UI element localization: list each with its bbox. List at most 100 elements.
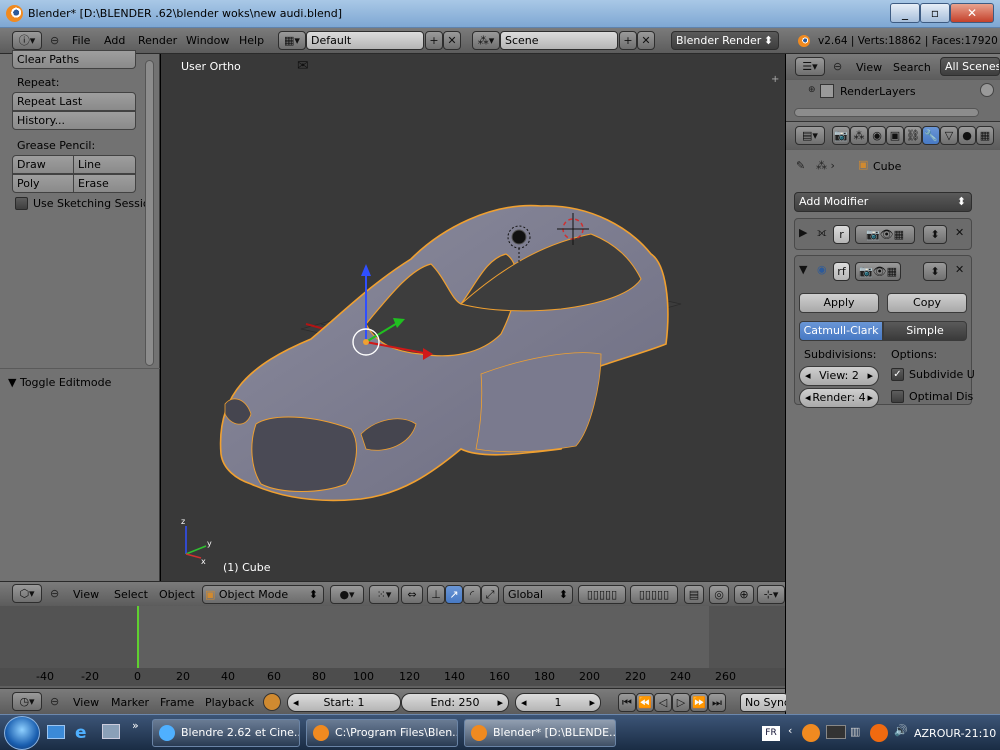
minimize-button[interactable]: _	[890, 3, 920, 23]
screen-layout-icon[interactable]: ▦▾	[278, 31, 306, 50]
menu-render[interactable]: Render	[138, 34, 177, 47]
repeat-last-button[interactable]: Repeat Last	[12, 92, 136, 111]
lock-layers-icon[interactable]: ▤	[684, 585, 704, 604]
menu-add[interactable]: Add	[104, 34, 125, 47]
restrict-render-icon[interactable]	[980, 83, 994, 97]
modifier-move-buttons[interactable]: ⬍	[923, 225, 947, 244]
menu-window[interactable]: Window	[186, 34, 229, 47]
next-keyframe-button[interactable]: ⏩	[690, 693, 708, 712]
timeline-editor[interactable]: -40 -20 0 20 40 60 80 100 120 140 160 18…	[0, 606, 785, 688]
remove-modifier-icon[interactable]: ✕	[955, 263, 964, 276]
play-reverse-button[interactable]: ◁	[654, 693, 672, 712]
history-button[interactable]: History...	[12, 111, 136, 130]
scene-dropdown[interactable]: Scene	[500, 31, 618, 50]
render-engine-dropdown[interactable]: Blender Render ⬍	[671, 31, 779, 50]
close-button[interactable]: ✕	[950, 3, 994, 23]
subdivide-uv-checkbox[interactable]: ✓	[891, 368, 904, 381]
add-modifier-dropdown[interactable]: Add Modifier ⬍	[794, 192, 972, 212]
menu-marker[interactable]: Marker	[111, 696, 149, 709]
shading-dropdown[interactable]: ●▾	[330, 585, 364, 604]
apply-button[interactable]: Apply	[799, 293, 879, 313]
computer-icon[interactable]	[102, 724, 120, 739]
gp-erase-button[interactable]: Erase	[73, 174, 136, 193]
internet-explorer-icon[interactable]: e	[75, 723, 87, 743]
scale-manipulator-icon[interactable]: ⤢	[481, 585, 499, 604]
snap-toggle-icon[interactable]: ⊕	[734, 585, 754, 604]
gp-line-button[interactable]: Line	[73, 155, 136, 174]
modifiers-tab-icon[interactable]: 🔧	[922, 126, 940, 145]
sketching-checkbox[interactable]	[15, 197, 28, 210]
scene-icon[interactable]: ⁂▾	[472, 31, 500, 50]
tray-expand-icon[interactable]: ‹	[788, 724, 792, 737]
render-tab-icon[interactable]: 📷	[832, 126, 850, 145]
texture-tab-icon[interactable]: ▦	[976, 126, 994, 145]
layers-grid-b[interactable]: ▯▯▯▯▯	[630, 585, 678, 604]
timeline-ruler[interactable]: -40 -20 0 20 40 60 80 100 120 140 160 18…	[0, 668, 785, 686]
view-levels-field[interactable]: ◂ View: 2 ▸	[799, 366, 879, 386]
car-model[interactable]: z y x	[161, 54, 785, 581]
object-mode-dropdown[interactable]: ▣ Object Mode ⬍	[202, 585, 324, 604]
move-arrow-icon[interactable]: ↗	[445, 585, 463, 604]
toggle-editmode-header[interactable]: ▼ Toggle Editmode	[8, 376, 111, 389]
simple-button[interactable]: Simple	[883, 321, 967, 341]
orientation-dropdown[interactable]: Global ⬍	[503, 585, 573, 604]
outliner-scrollbar[interactable]	[794, 108, 979, 117]
collapse-icon[interactable]: ⊖	[50, 587, 59, 600]
tray-network-icon[interactable]: ▥	[850, 725, 860, 738]
start-button[interactable]	[4, 716, 40, 750]
manipulator-toggle[interactable]: ⇔	[401, 585, 423, 604]
material-tab-icon[interactable]: ●	[958, 126, 976, 145]
gp-poly-button[interactable]: Poly	[12, 174, 74, 193]
overflow-chevron-icon[interactable]: »	[132, 719, 139, 732]
jump-start-button[interactable]: ⏮	[618, 693, 636, 712]
editor-type-timeline-button[interactable]: ◷▾	[12, 692, 42, 711]
language-indicator[interactable]: FR	[762, 726, 780, 741]
editor-type-info-button[interactable]: ⓘ▾	[12, 31, 42, 50]
tray-audio-icon[interactable]	[826, 725, 846, 739]
collapse-icon[interactable]: ⊖	[50, 34, 59, 47]
snap-element-dropdown[interactable]: ⊹▾	[757, 585, 785, 604]
menu-select[interactable]: Select	[114, 588, 148, 601]
outliner-filter-dropdown[interactable]: All Scenes	[940, 57, 1000, 76]
outliner-item-renderlayers[interactable]: RenderLayers	[840, 85, 916, 98]
translate-manipulator-icon[interactable]: ⊥	[427, 585, 445, 604]
constraints-tab-icon[interactable]: ⛓	[904, 126, 922, 145]
tray-firefox-icon[interactable]	[870, 724, 888, 742]
render-levels-field[interactable]: ◂ Render: 4 ▸	[799, 388, 879, 408]
rotate-manipulator-icon[interactable]: ◜	[463, 585, 481, 604]
menu-search[interactable]: Search	[893, 61, 931, 74]
object-tab-icon[interactable]: ▣	[886, 126, 904, 145]
layout-dropdown[interactable]: Default	[306, 31, 424, 50]
modifier-name-field[interactable]: r	[833, 225, 850, 244]
modifier-visibility-buttons[interactable]: 📷👁▦	[855, 262, 901, 281]
3d-viewport[interactable]: User Ortho ✉ + z y x (1) Cube	[161, 54, 785, 581]
data-tab-icon[interactable]: ▽	[940, 126, 958, 145]
optimal-display-checkbox[interactable]	[891, 390, 904, 403]
layers-grid-a[interactable]: ▯▯▯▯▯	[578, 585, 626, 604]
expand-triangle-icon[interactable]: ▶	[799, 226, 807, 239]
catmull-clark-button[interactable]: Catmull-Clark	[799, 321, 883, 341]
proportional-edit-icon[interactable]: ◎	[709, 585, 729, 604]
pivot-dropdown[interactable]: ⁙▾	[369, 585, 399, 604]
task-ie[interactable]: Blendre 2.62 et Cine...	[152, 719, 300, 747]
scene-tab-icon[interactable]: ⁂	[850, 126, 868, 145]
sync-dropdown[interactable]: No Sync	[740, 693, 788, 712]
menu-view[interactable]: View	[73, 588, 99, 601]
add-layout-button[interactable]: +	[425, 31, 443, 50]
preview-range-icon[interactable]	[263, 693, 281, 711]
menu-view[interactable]: View	[73, 696, 99, 709]
clear-paths-button[interactable]: Clear Paths	[12, 50, 136, 69]
expand-icon[interactable]: ⊕	[808, 85, 816, 95]
shelf-scrollbar[interactable]	[145, 60, 154, 366]
add-scene-button[interactable]: +	[619, 31, 637, 50]
maximize-button[interactable]: ▫	[920, 3, 950, 23]
task-blender[interactable]: Blender* [D:\BLENDE...	[464, 719, 616, 747]
menu-view[interactable]: View	[856, 61, 882, 74]
remove-modifier-icon[interactable]: ✕	[955, 226, 964, 239]
collapse-icon[interactable]: ⊖	[50, 695, 59, 708]
task-explorer[interactable]: C:\Program Files\Blen...	[306, 719, 458, 747]
jump-end-button[interactable]: ⏭	[708, 693, 726, 712]
editor-type-properties-button[interactable]: ▤▾	[795, 126, 825, 145]
copy-button[interactable]: Copy	[887, 293, 967, 313]
collapse-icon[interactable]: ⊖	[833, 60, 842, 73]
